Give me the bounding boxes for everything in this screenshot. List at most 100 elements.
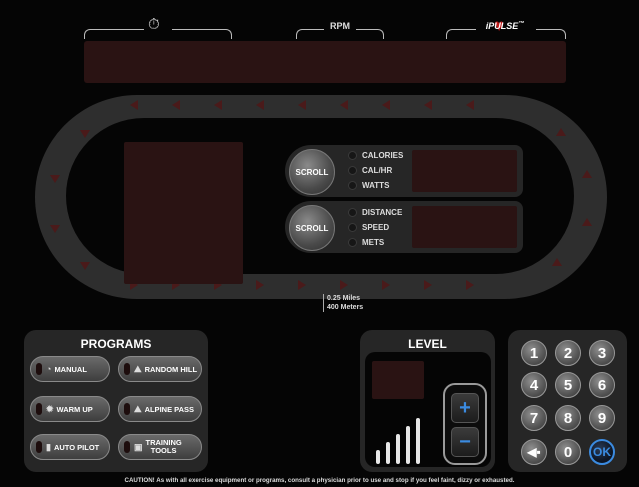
- program-label-line2: TOOLS: [150, 446, 177, 455]
- option-label: DISTANCE: [362, 208, 403, 217]
- option-label: SPEED: [362, 223, 390, 232]
- header-bracket-left: [84, 29, 144, 39]
- level-title: LEVEL: [408, 337, 447, 351]
- program-random-hill-button[interactable]: ⛰ RANDOM HILL: [118, 356, 202, 382]
- rpm-header: RPM: [296, 18, 386, 40]
- pulse-trademark: ™: [518, 21, 525, 27]
- program-label: TRAINING TOOLS: [146, 439, 182, 455]
- track-arrow: [466, 280, 474, 290]
- option-cal-hr: CAL/HR: [348, 166, 392, 175]
- header-bracket-right: [172, 29, 232, 39]
- indicator-led: [124, 363, 130, 375]
- indicator-led: [36, 441, 42, 453]
- indicator-led: [36, 403, 42, 415]
- track-arrow: [214, 100, 222, 110]
- level-bar: [416, 418, 420, 464]
- level-bar: [376, 450, 380, 464]
- track-arrow: [582, 218, 592, 226]
- indicator-led: [36, 363, 42, 375]
- key-7[interactable]: 7: [521, 405, 547, 431]
- program-training-tools-button[interactable]: ▣ TRAINING TOOLS: [118, 434, 202, 460]
- track-arrow: [382, 280, 390, 290]
- track-arrow: [298, 280, 306, 290]
- program-label: MANUAL: [54, 364, 87, 374]
- option-label: CAL/HR: [362, 166, 393, 175]
- key-0[interactable]: 0: [555, 439, 581, 465]
- track-distance-note: 0.25 Miles 400 Meters: [323, 294, 363, 312]
- bars-icon: ▮: [46, 441, 51, 452]
- header-bracket-left: [296, 29, 324, 39]
- program-label: RANDOM HILL: [144, 364, 198, 374]
- rpm-label: RPM: [330, 21, 350, 31]
- program-manual-button[interactable]: ◔ MANUAL: [30, 356, 110, 382]
- programs-title: PROGRAMS: [80, 337, 152, 351]
- level-bar: [406, 426, 410, 464]
- track-note-meters: 400 Meters: [327, 304, 364, 311]
- program-label: ALPINE PASS: [144, 404, 195, 414]
- caution-notice: CAUTION! As with all exercise equipment …: [124, 477, 515, 484]
- pulse-text: iPULSE: [485, 21, 519, 31]
- option-label: WATTS: [362, 181, 390, 190]
- track-arrow: [50, 175, 60, 183]
- level-adjust-rocker: + −: [443, 383, 487, 465]
- track-arrow: [582, 170, 592, 178]
- track-arrow: [382, 100, 390, 110]
- option-calories: CALORIES: [348, 151, 403, 160]
- indicator-led: [124, 441, 130, 453]
- key-8[interactable]: 8: [555, 405, 581, 431]
- program-alpine-pass-button[interactable]: ⛰ ALPINE PASS: [118, 396, 202, 422]
- track-note-miles: 0.25 Miles: [327, 295, 361, 302]
- option-mets: METS: [348, 238, 384, 247]
- mountains-icon: ⛰: [134, 363, 142, 374]
- track-arrow: [340, 280, 348, 290]
- track-arrow: [256, 100, 264, 110]
- gauge-icon: ◔: [46, 364, 52, 374]
- track-arrow: [552, 258, 562, 266]
- scroll-button-calories[interactable]: SCROLL: [289, 149, 335, 195]
- stopwatch-icon: ⏱: [148, 16, 160, 33]
- track-arrow: [466, 100, 474, 110]
- level-readout: [372, 361, 424, 399]
- option-label: METS: [362, 238, 385, 247]
- key-9[interactable]: 9: [589, 405, 615, 431]
- track-arrow: [80, 130, 90, 138]
- indicator-led: [348, 223, 357, 232]
- main-display-window: [124, 142, 243, 284]
- scroll-panel-calories: SCROLL CALORIES CAL/HR WATTS: [285, 145, 523, 197]
- ok-key[interactable]: OK: [589, 439, 615, 465]
- level-up-button[interactable]: +: [451, 393, 479, 423]
- track-arrow: [80, 262, 90, 270]
- indicator-led: [348, 238, 357, 247]
- program-label: WARM UP: [56, 404, 93, 414]
- top-display-bar: [84, 41, 566, 83]
- track-arrow: [556, 128, 566, 136]
- level-bar: [396, 434, 400, 464]
- key-1[interactable]: 1: [521, 340, 547, 366]
- track-arrow: [298, 100, 306, 110]
- track-arrow: [50, 225, 60, 233]
- key-2[interactable]: 2: [555, 340, 581, 366]
- program-auto-pilot-button[interactable]: ▮ AUTO PILOT: [30, 434, 110, 460]
- indicator-led: [348, 181, 357, 190]
- calories-readout: [412, 150, 517, 192]
- indicator-led: [348, 208, 357, 217]
- programs-panel: PROGRAMS ◔ MANUAL ⛰ RANDOM HILL ✹ WARM UP ⛰…: [24, 330, 208, 472]
- program-warm-up-button[interactable]: ✹ WARM UP: [30, 396, 110, 422]
- key-5[interactable]: 5: [555, 372, 581, 398]
- backspace-key[interactable]: ◀▪: [521, 439, 547, 465]
- header-bracket-right: [356, 29, 384, 39]
- indicator-led: [124, 403, 130, 415]
- track-arrow: [130, 100, 138, 110]
- track-arrow: [424, 280, 432, 290]
- scroll-button-distance[interactable]: SCROLL: [289, 205, 335, 251]
- key-6[interactable]: 6: [589, 372, 615, 398]
- key-4[interactable]: 4: [521, 372, 547, 398]
- header-bracket-left: [446, 29, 476, 39]
- timer-header: ⏱: [84, 16, 234, 40]
- option-watts: WATTS: [348, 181, 389, 190]
- track-arrow: [256, 280, 264, 290]
- key-3[interactable]: 3: [589, 340, 615, 366]
- level-down-button[interactable]: −: [451, 427, 479, 457]
- track-arrow: [340, 100, 348, 110]
- mountain-pass-icon: ⛰: [134, 403, 142, 414]
